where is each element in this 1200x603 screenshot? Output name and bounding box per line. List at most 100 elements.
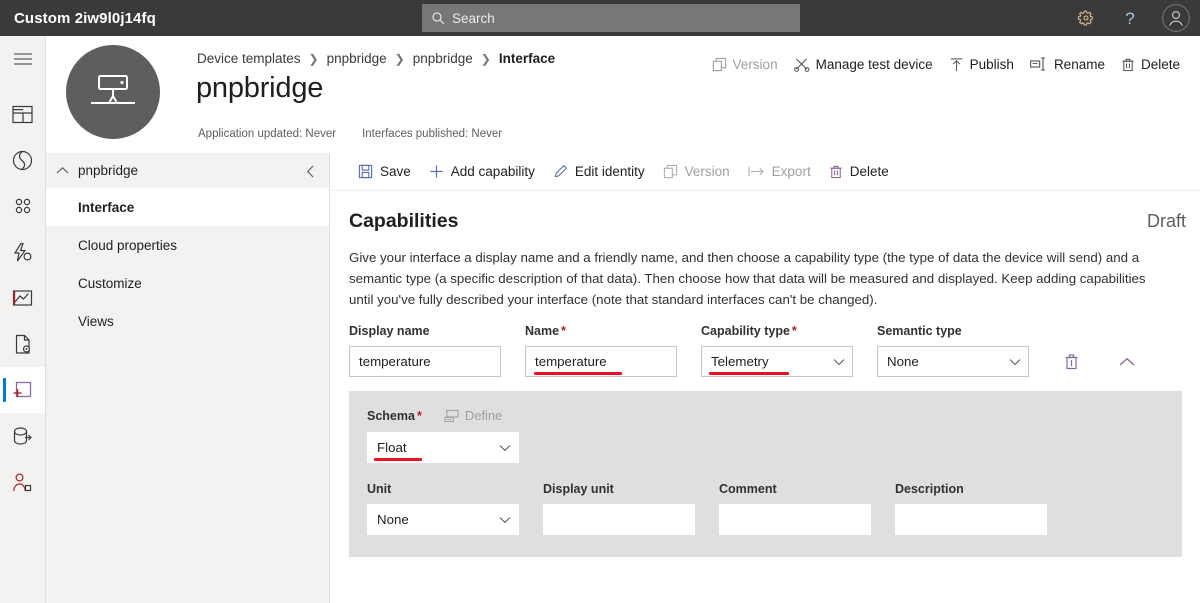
breadcrumb: Device templates ❯ pnpbridge ❯ pnpbridge…: [197, 51, 555, 66]
jobs-document-gear-icon: [13, 334, 33, 355]
header-action-bar: Version Manage test device Publish Renam…: [704, 50, 1188, 78]
description-input[interactable]: [895, 504, 1047, 535]
chevron-down-icon: [833, 358, 845, 366]
description-label: Description: [895, 482, 964, 496]
question-mark-icon: ?: [1121, 8, 1139, 28]
page-title: pnpbridge: [196, 72, 324, 104]
sidebar-item-dashboard[interactable]: [0, 91, 45, 137]
manage-test-device-label: Manage test device: [815, 56, 933, 72]
export-button[interactable]: Export: [739, 157, 820, 187]
chevron-right-icon: ❯: [308, 51, 319, 66]
section-title: Capabilities: [349, 210, 459, 232]
save-button[interactable]: Save: [349, 157, 420, 187]
sidebar-item-label: Interface: [78, 199, 135, 215]
sidebar-item-hamburger[interactable]: [0, 36, 45, 82]
publish-button[interactable]: Publish: [941, 50, 1022, 78]
hamburger-icon: [13, 52, 33, 66]
account-button[interactable]: [1152, 0, 1200, 36]
delete-button[interactable]: Delete: [820, 157, 898, 187]
sidebar-item-views[interactable]: Views: [46, 302, 329, 340]
sidebar-item-administration[interactable]: [0, 459, 45, 505]
search-box[interactable]: Search: [422, 4, 800, 32]
rename-button[interactable]: Rename: [1022, 50, 1113, 78]
sidebar-item-label: Views: [78, 313, 114, 329]
display-name-value: temperature: [359, 354, 431, 369]
semantic-type-field-group: Semantic type None: [877, 324, 1029, 377]
breadcrumb-item-interface-group[interactable]: pnpbridge: [413, 51, 473, 66]
capability-row: Display name temperature Name * temperatu…: [331, 324, 1200, 377]
schema-dropdown[interactable]: Float: [367, 432, 519, 463]
application-updated-text: Application updated: Never: [198, 128, 337, 140]
chevron-down-icon: [1009, 358, 1021, 366]
schema-label: Schema *: [367, 409, 422, 423]
display-unit-input[interactable]: [543, 504, 695, 535]
pencil-icon: [553, 164, 568, 179]
sidebar-item-rules[interactable]: [0, 229, 45, 275]
name-input[interactable]: temperature: [525, 346, 677, 377]
publish-button-label: Publish: [969, 56, 1014, 72]
delete-button[interactable]: Delete: [1113, 50, 1188, 78]
delete-capability-button[interactable]: [1055, 346, 1087, 377]
sidebar-item-devices[interactable]: [0, 183, 45, 229]
display-name-label: Display name: [349, 324, 430, 338]
sidebar-item-connect[interactable]: [0, 137, 45, 183]
capability-type-dropdown[interactable]: Telemetry: [701, 346, 853, 377]
status-badge: Draft: [1146, 211, 1186, 231]
app-title: Custom 2iw9l0j14fq: [14, 9, 156, 27]
version-button[interactable]: Version: [704, 50, 786, 78]
display-unit-field-group: Display unit: [543, 482, 695, 535]
collapse-capability-button[interactable]: [1111, 346, 1143, 377]
edit-identity-button[interactable]: Edit identity: [544, 157, 654, 187]
template-avatar: [66, 45, 160, 139]
device-template-plus-icon: [12, 380, 33, 401]
delete-button-label: Delete: [849, 164, 889, 179]
gateway-device-icon: [87, 72, 139, 112]
trash-icon: [1064, 353, 1079, 370]
capability-type-field-group: Capability type * Telemetry: [701, 324, 853, 377]
capability-row-actions: [1055, 346, 1143, 377]
semantic-type-dropdown[interactable]: None: [877, 346, 1029, 377]
sidebar-item-label: Customize: [78, 275, 142, 291]
left-nav-rail: [0, 36, 46, 603]
search-input-placeholder[interactable]: Search: [452, 11, 495, 26]
help-button[interactable]: ?: [1108, 0, 1152, 36]
display-unit-label: Display unit: [543, 482, 614, 496]
unit-dropdown[interactable]: None: [367, 504, 519, 535]
define-schema-button[interactable]: Define: [444, 408, 502, 423]
nav-group-pnpbridge[interactable]: pnpbridge: [46, 153, 329, 188]
sidebar-item-cloud-properties[interactable]: Cloud properties: [46, 226, 329, 264]
sidebar-item-data-export[interactable]: [0, 413, 45, 459]
administration-person-icon: [12, 472, 33, 493]
breadcrumb-item-device-templates[interactable]: Device templates: [197, 51, 301, 66]
rail-spacer: [0, 82, 45, 91]
sidebar-item-analytics[interactable]: [0, 275, 45, 321]
sidebar-item-label: Cloud properties: [78, 237, 178, 253]
copy-version-icon: [663, 164, 678, 179]
unit-value: None: [377, 512, 409, 527]
add-capability-button[interactable]: Add capability: [420, 157, 544, 187]
sidebar-item-jobs[interactable]: [0, 321, 45, 367]
settings-button[interactable]: [1064, 0, 1108, 36]
capabilities-section-header: Capabilities Draft: [331, 191, 1200, 233]
connect-ring-icon: [12, 150, 33, 171]
schema-dropdown-wrap: Float: [367, 432, 1182, 463]
name-label-text: Name: [525, 324, 560, 338]
collapse-panel-button[interactable]: [301, 162, 319, 180]
sidebar-item-device-templates[interactable]: [0, 367, 45, 413]
display-name-input[interactable]: temperature: [349, 346, 501, 377]
define-schema-icon: [444, 409, 459, 423]
page-header: Device templates ❯ pnpbridge ❯ pnpbridge…: [46, 36, 1200, 153]
sidebar-item-interface[interactable]: Interface: [46, 188, 329, 226]
sidebar-item-customize[interactable]: Customize: [46, 264, 329, 302]
copy-version-icon: [712, 57, 727, 72]
comment-input[interactable]: [719, 504, 871, 535]
manage-test-device-button[interactable]: Manage test device: [786, 50, 941, 78]
breadcrumb-item-current: Interface: [498, 51, 556, 66]
required-asterisk: *: [791, 324, 797, 338]
version-button[interactable]: Version: [654, 157, 739, 187]
search-icon: [431, 11, 446, 26]
svg-text:?: ?: [1125, 9, 1134, 28]
name-value: temperature: [535, 354, 607, 369]
breadcrumb-item-template[interactable]: pnpbridge: [327, 51, 387, 66]
semantic-type-label: Semantic type: [877, 324, 962, 338]
